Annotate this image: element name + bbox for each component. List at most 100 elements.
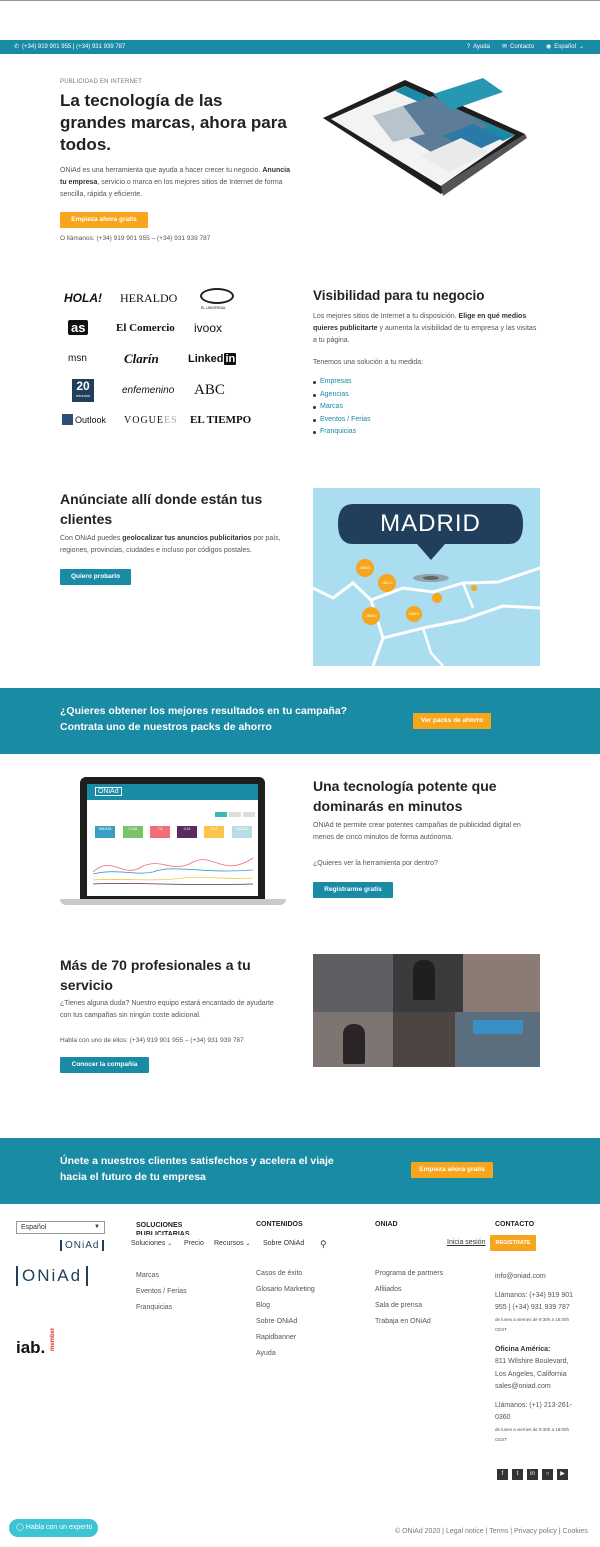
login-link[interactable]: Inicia sesión xyxy=(447,1239,486,1246)
facebook-icon[interactable]: f xyxy=(497,1469,508,1480)
visibility-subtitle: Tenemos una solución a tu medida: xyxy=(313,359,424,366)
dashboard-logo: ONiAd xyxy=(95,787,122,796)
footer-logo: ONiAd xyxy=(16,1266,89,1286)
laptop-screen: ONiAd 368.818 0.136 7.6 0.24 0.13 258.20… xyxy=(87,784,258,896)
footer-link[interactable]: Afiliados xyxy=(375,1282,443,1298)
twitter-icon[interactable]: t xyxy=(512,1469,523,1480)
footer-col-contact-title: CONTACTO xyxy=(495,1221,535,1228)
footer-col-contents-title: CONTENIDOS xyxy=(256,1221,303,1228)
mail-icon: ✉ xyxy=(501,44,508,50)
footer-link[interactable]: Marcas xyxy=(136,1268,187,1284)
hero-cta-button[interactable]: Empieza ahora gratis xyxy=(60,212,148,228)
chat-icon: ◯ xyxy=(16,1524,24,1531)
hero-call: O llámanos: (+34) 919 901 955 – (+34) 93… xyxy=(60,235,211,242)
instagram-icon[interactable]: ○ xyxy=(542,1469,553,1480)
logo-ivoox: ivoox xyxy=(194,321,223,335)
logo-el-comercio: El Comercio xyxy=(116,322,175,334)
america-email[interactable]: sales@oniad.com xyxy=(495,1381,577,1394)
savings-pack-button[interactable]: Ver packs de ahorro xyxy=(413,713,491,729)
footer-link[interactable]: Programa de partners xyxy=(375,1266,443,1282)
join-clients-band: Únete a nuestros clientes satisfechos y … xyxy=(0,1138,600,1204)
map-pin-label: 28012 xyxy=(381,580,393,585)
america-office-address: 811 Wilshire Boulevard, Los Angeles, Cal… xyxy=(495,1358,569,1378)
company-button[interactable]: Conocer la compañía xyxy=(60,1057,149,1073)
footer-link[interactable]: Eventos / Ferias xyxy=(136,1284,187,1300)
sticky-navbar: ONiAd Soluciones ⌄ Precio Recursos ⌄ Sob… xyxy=(0,1235,600,1259)
team-photo-collage xyxy=(313,954,540,1067)
linkedin-icon[interactable]: in xyxy=(527,1469,538,1480)
solutions-list-item[interactable]: Franquicias xyxy=(313,426,371,439)
youtube-icon[interactable]: ▶ xyxy=(557,1469,568,1480)
office-monitors xyxy=(473,1020,523,1034)
kpi-card: 0.24 xyxy=(177,826,197,838)
tech-question: ¿Quieres ver la herramienta por dentro? xyxy=(313,860,438,867)
logo-el-tiempo: EL TIEMPO xyxy=(190,414,252,426)
footer-link[interactable]: Casos de éxito xyxy=(256,1266,315,1282)
contact-email[interactable]: info@oniad.com xyxy=(495,1271,577,1284)
footer-link[interactable]: Ayuda xyxy=(256,1346,315,1362)
footer-link[interactable]: Rapidbanner xyxy=(256,1330,315,1346)
footer-link[interactable]: Glosario Marketing xyxy=(256,1282,315,1298)
footer-link[interactable]: Franquicias xyxy=(136,1300,187,1316)
solutions-list-item[interactable]: Eventos / Ferias xyxy=(313,414,371,427)
chevron-down-icon: ⌄ xyxy=(167,1241,173,1247)
logo-vogue: VOGUEES xyxy=(124,415,178,426)
tablet-illustration xyxy=(323,78,527,196)
laptop-base xyxy=(60,899,286,905)
register-free-button[interactable]: Registrarme gratis xyxy=(313,882,393,898)
footer-col-oniad: Programa de partners Afiliados Sala de p… xyxy=(375,1266,443,1330)
chat-expert-button[interactable]: ◯ Habla con un experto xyxy=(9,1519,98,1537)
help-link[interactable]: ? Ayuda xyxy=(467,43,490,50)
solutions-list-item[interactable]: Empresas xyxy=(313,376,371,389)
nav-item-resources[interactable]: Recursos ⌄ xyxy=(214,1240,251,1247)
nav-item-about[interactable]: Sobre ONiAd xyxy=(263,1240,304,1247)
team-photo xyxy=(393,1012,455,1067)
media-logos: HOLA! HERALDO EL UNIVERSAL as El Comerci… xyxy=(60,283,252,433)
america-phone: Llámanos: (+1) 213-261-0360 xyxy=(495,1401,572,1422)
search-icon[interactable]: ⚲ xyxy=(320,1239,327,1250)
try-it-button[interactable]: Quiero probarlo xyxy=(60,569,131,585)
question-icon: ? xyxy=(466,43,471,50)
register-button[interactable]: REGISTRATE xyxy=(490,1235,536,1251)
footer-language-select[interactable]: Español ▼ xyxy=(16,1221,105,1234)
team-title: Más de 70 profesionales a tu servicio xyxy=(60,957,251,993)
logo-outlook: Outlook xyxy=(62,414,106,425)
dashboard-filter-buttons xyxy=(215,812,255,817)
footer-link[interactable]: Blog xyxy=(256,1298,315,1314)
team-photo xyxy=(313,954,393,1012)
chevron-down-icon: ⌄ xyxy=(245,1241,251,1247)
join-band-text: Únete a nuestros clientes satisfechos y … xyxy=(60,1155,334,1183)
copyright: © ONiAd 2020 | Legal notice | Terms | Pr… xyxy=(395,1528,588,1535)
hero-kicker: PUBLICIDAD EN INTERNET xyxy=(60,79,143,85)
footer-link[interactable]: Sala de prensa xyxy=(375,1298,443,1314)
team-member-silhouette xyxy=(343,1024,365,1064)
solutions-list-item[interactable]: Agencias xyxy=(313,389,371,402)
contact-link[interactable]: ✉ Contacto xyxy=(501,43,534,51)
globe-icon: ◉ xyxy=(546,44,552,50)
team-call: Habla con uno de ellos: (+34) 919 901 95… xyxy=(60,1037,244,1044)
madrid-map: MADRID 28005 28012 28080 28001 xyxy=(313,488,540,666)
logo-el-universal: EL UNIVERSAL xyxy=(201,306,226,310)
iab-logo: iab. member xyxy=(16,1327,57,1357)
clients-description: Con ONiAd puedes geolocalizar tus anunci… xyxy=(60,535,281,554)
contact-hours: de lunes a viernes de 9:30h a 18:00h CES… xyxy=(495,1316,570,1332)
america-hours: de lunes a viernes de 9:30h a 18:00h CES… xyxy=(495,1426,570,1442)
language-selector[interactable]: ◉ Español ⌄ xyxy=(546,43,584,51)
savings-pack-band: ¿Quieres obtener los mejores resultados … xyxy=(0,688,600,754)
top-bar: ✆ (+34) 919 901 955 | (+34) 931 939 787 … xyxy=(0,40,600,54)
nav-item-price[interactable]: Precio xyxy=(184,1240,204,1247)
map-pin-label: 28001 xyxy=(408,611,420,616)
topbar-phones[interactable]: (+34) 919 901 955 | (+34) 931 939 787 xyxy=(22,44,125,50)
start-free-band-button[interactable]: Empieza ahora gratis xyxy=(411,1162,493,1178)
solutions-list-item[interactable]: Marcas xyxy=(313,401,371,414)
america-office-title: Oficina América: xyxy=(495,1345,551,1353)
navbar-logo[interactable]: ONiAd xyxy=(60,1240,105,1251)
logo-as: as xyxy=(68,320,89,335)
footer-link[interactable]: Sobre ONiAd xyxy=(256,1314,315,1330)
nav-item-solutions[interactable]: Soluciones ⌄ xyxy=(131,1240,172,1247)
logo-clarin: Clarín xyxy=(124,351,159,366)
outlook-icon xyxy=(62,414,73,425)
hero-description: ONiAd es una herramienta que ayuda a hac… xyxy=(60,167,290,198)
footer-link[interactable]: Trabaja en ONiAd xyxy=(375,1314,443,1330)
phone-icon: ✆ xyxy=(14,44,20,50)
